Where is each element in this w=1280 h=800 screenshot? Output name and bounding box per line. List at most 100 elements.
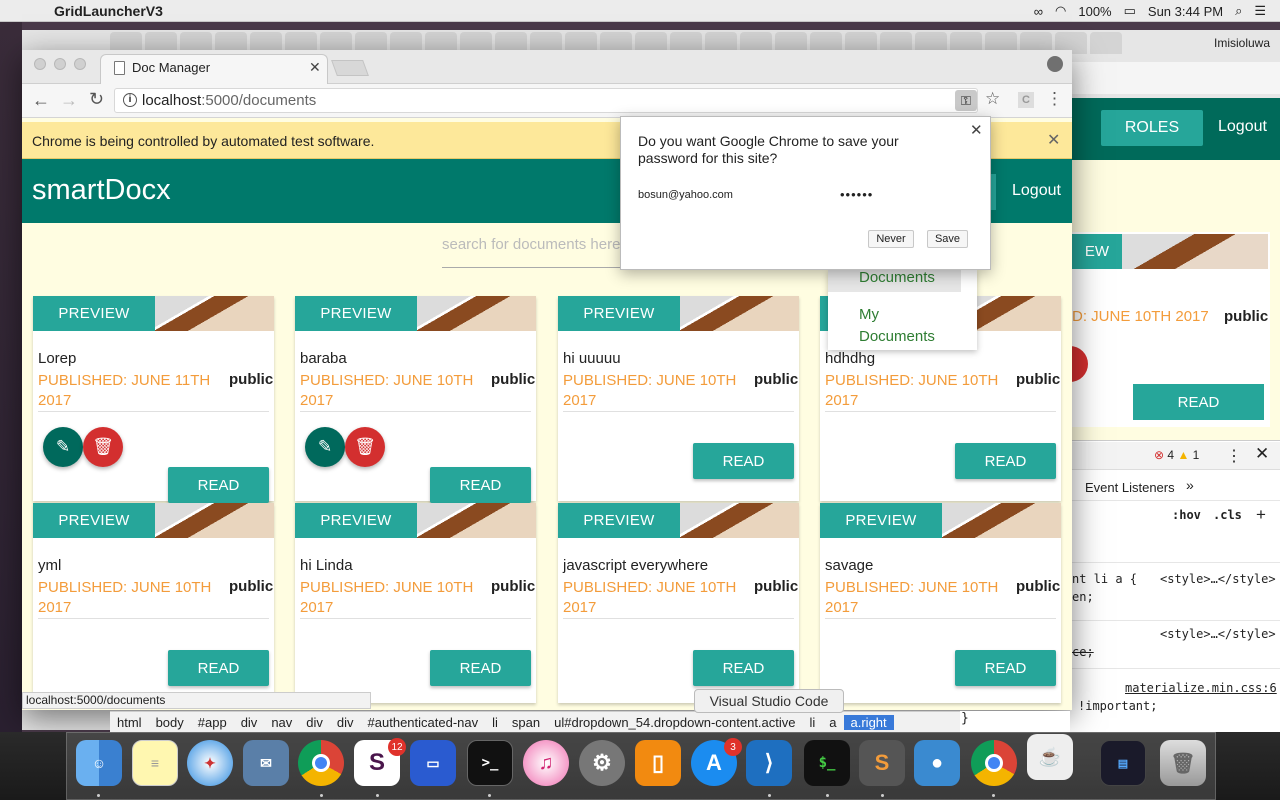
background-profile-name[interactable]: Imisioluwa [1214, 36, 1270, 50]
vscode-window-preview-icon[interactable]: ▤ [1100, 740, 1146, 786]
css-rule-source[interactable]: <style>…</style> [1160, 627, 1276, 641]
document-title[interactable]: Lorep [38, 350, 76, 367]
document-title[interactable]: hi uuuuu [563, 350, 621, 367]
zoom-window-button[interactable] [74, 58, 86, 70]
devtools-error-counter[interactable]: ⊗ 4 ▲ 1 [1154, 448, 1199, 462]
add-rule-icon[interactable]: + [1256, 505, 1266, 525]
document-title[interactable]: hdhdhg [825, 350, 875, 367]
background-logout-link[interactable]: Logout [1218, 118, 1267, 136]
preview-button[interactable]: PREVIEW [33, 503, 155, 538]
read-button[interactable]: READ [955, 443, 1056, 479]
dropdown-item-my-documents[interactable]: Documents [859, 328, 935, 345]
background-preview-button[interactable]: EW [1072, 234, 1122, 269]
read-button[interactable]: READ [168, 467, 269, 503]
css-rule-selector[interactable]: nt li a { [1072, 572, 1137, 586]
document-title[interactable]: hi Linda [300, 557, 353, 574]
finder-icon[interactable]: ☺ [76, 740, 122, 786]
password-key-icon[interactable]: ⚿ [955, 90, 977, 111]
breadcrumb-item[interactable]: html [110, 715, 149, 730]
tab-close-icon[interactable]: ✕ [309, 59, 321, 76]
sublime-text-icon[interactable]: S [859, 740, 905, 786]
terminal-icon[interactable]: >_ [467, 740, 513, 786]
background-read-button[interactable]: READ [1133, 384, 1264, 420]
preview-button[interactable]: PREVIEW [295, 503, 417, 538]
profile-avatar-icon[interactable] [1047, 56, 1063, 72]
dialog-close-icon[interactable]: ✕ [970, 121, 983, 139]
breadcrumb-item[interactable]: a [822, 715, 843, 730]
minimize-window-button[interactable] [54, 58, 66, 70]
spotlight-search-icon[interactable]: ⌕ [1235, 3, 1242, 19]
menubar-app-name[interactable]: GridLauncherV3 [54, 3, 163, 19]
close-window-button[interactable] [34, 58, 46, 70]
class-toggle[interactable]: .cls [1213, 508, 1242, 522]
preview-button[interactable]: PREVIEW [820, 503, 942, 538]
read-button[interactable]: READ [430, 467, 531, 503]
dropdown-item-my-documents[interactable]: My [859, 306, 879, 323]
breadcrumb-item[interactable]: #app [191, 715, 234, 730]
breadcrumb-item[interactable]: #authenticated-nav [361, 715, 486, 730]
read-button[interactable]: READ [693, 443, 794, 479]
breadcrumb-item[interactable]: div [330, 715, 361, 730]
site-info-icon[interactable]: i [123, 93, 137, 107]
java-icon[interactable]: ☕ [1027, 734, 1073, 780]
reload-icon[interactable]: ↻ [89, 89, 104, 110]
document-title[interactable]: javascript everywhere [563, 557, 708, 574]
extension-icon[interactable]: C [1018, 92, 1034, 108]
new-tab-button[interactable] [331, 60, 369, 76]
css-rule-source[interactable]: <style>…</style> [1160, 572, 1276, 586]
breadcrumb-item[interactable]: li [803, 715, 823, 730]
devtools-more-tabs-icon[interactable]: » [1186, 477, 1194, 493]
css-rule-property-overridden[interactable]: ce; [1072, 645, 1094, 659]
preview-button[interactable]: PREVIEW [558, 296, 680, 331]
css-rule-property[interactable]: en; [1072, 590, 1094, 604]
preview-button[interactable]: PREVIEW [558, 503, 680, 538]
visual-studio-code-icon[interactable]: ⟩ [746, 740, 792, 786]
read-button[interactable]: READ [430, 650, 531, 686]
infobar-close-icon[interactable]: ✕ [1047, 130, 1060, 150]
menubar-clock[interactable]: Sun 3:44 PM [1148, 4, 1223, 19]
edit-button[interactable]: ✎ [43, 427, 83, 467]
notes-icon[interactable]: ≡ [132, 740, 178, 786]
logout-link[interactable]: Logout [1012, 182, 1061, 200]
chrome-icon[interactable] [971, 740, 1017, 786]
forward-arrow-icon[interactable]: → [60, 90, 78, 111]
breadcrumb-item[interactable]: a.right [843, 714, 894, 730]
bookmark-star-icon[interactable]: ☆ [985, 89, 1000, 109]
breadcrumb-item[interactable]: ul#dropdown_54.dropdown-content.active [547, 715, 802, 730]
battery-icon[interactable]: ▭ [1124, 3, 1136, 19]
document-title[interactable]: savage [825, 557, 873, 574]
trash-icon[interactable]: 🗑 [1160, 740, 1206, 786]
dropdown-item-documents[interactable]: Documents [828, 270, 961, 292]
devtools-close-icon[interactable]: ✕ [1255, 444, 1269, 464]
save-button[interactable]: Save [927, 230, 968, 248]
breadcrumb-item[interactable]: span [505, 715, 547, 730]
css-important-flag[interactable]: !important; [1078, 699, 1157, 713]
delete-button[interactable]: 🗑 [345, 427, 385, 467]
safari-icon[interactable]: ✦ [187, 740, 233, 786]
roles-button[interactable]: ROLES [1101, 110, 1203, 146]
breadcrumb-item[interactable]: li [485, 715, 505, 730]
wifi-icon[interactable]: ◠ [1055, 3, 1066, 19]
edit-button[interactable]: ✎ [305, 427, 345, 467]
hover-state-toggle[interactable]: :hov [1172, 508, 1201, 522]
devtools-tab-event-listeners[interactable]: Event Listeners [1085, 480, 1175, 495]
document-title[interactable]: yml [38, 557, 61, 574]
chrome-icon[interactable] [298, 740, 344, 786]
read-button[interactable]: READ [168, 650, 269, 686]
css-source-link[interactable]: materialize.min.css:6 [1125, 681, 1277, 695]
back-arrow-icon[interactable]: ← [32, 90, 50, 111]
brand-logo[interactable]: smartDocx [32, 174, 171, 207]
postgres-elephant-icon[interactable]: ● [914, 740, 960, 786]
itunes-icon[interactable]: ♫ [523, 740, 569, 786]
document-title[interactable]: baraba [300, 350, 347, 367]
link-icon[interactable]: ∞ [1034, 4, 1043, 19]
never-button[interactable]: Never [868, 230, 914, 248]
devtools-more-icon[interactable]: ⋮ [1226, 446, 1242, 466]
chrome-menu-icon[interactable]: ⋮ [1046, 89, 1063, 109]
mail-eagle-icon[interactable]: ✉ [243, 740, 289, 786]
keynote-icon[interactable]: ▭ [410, 740, 456, 786]
url-text[interactable]: localhost:5000/documents [142, 92, 316, 109]
breadcrumb-item[interactable]: div [299, 715, 330, 730]
background-tab[interactable] [1090, 32, 1122, 54]
breadcrumb-item[interactable]: body [149, 715, 191, 730]
